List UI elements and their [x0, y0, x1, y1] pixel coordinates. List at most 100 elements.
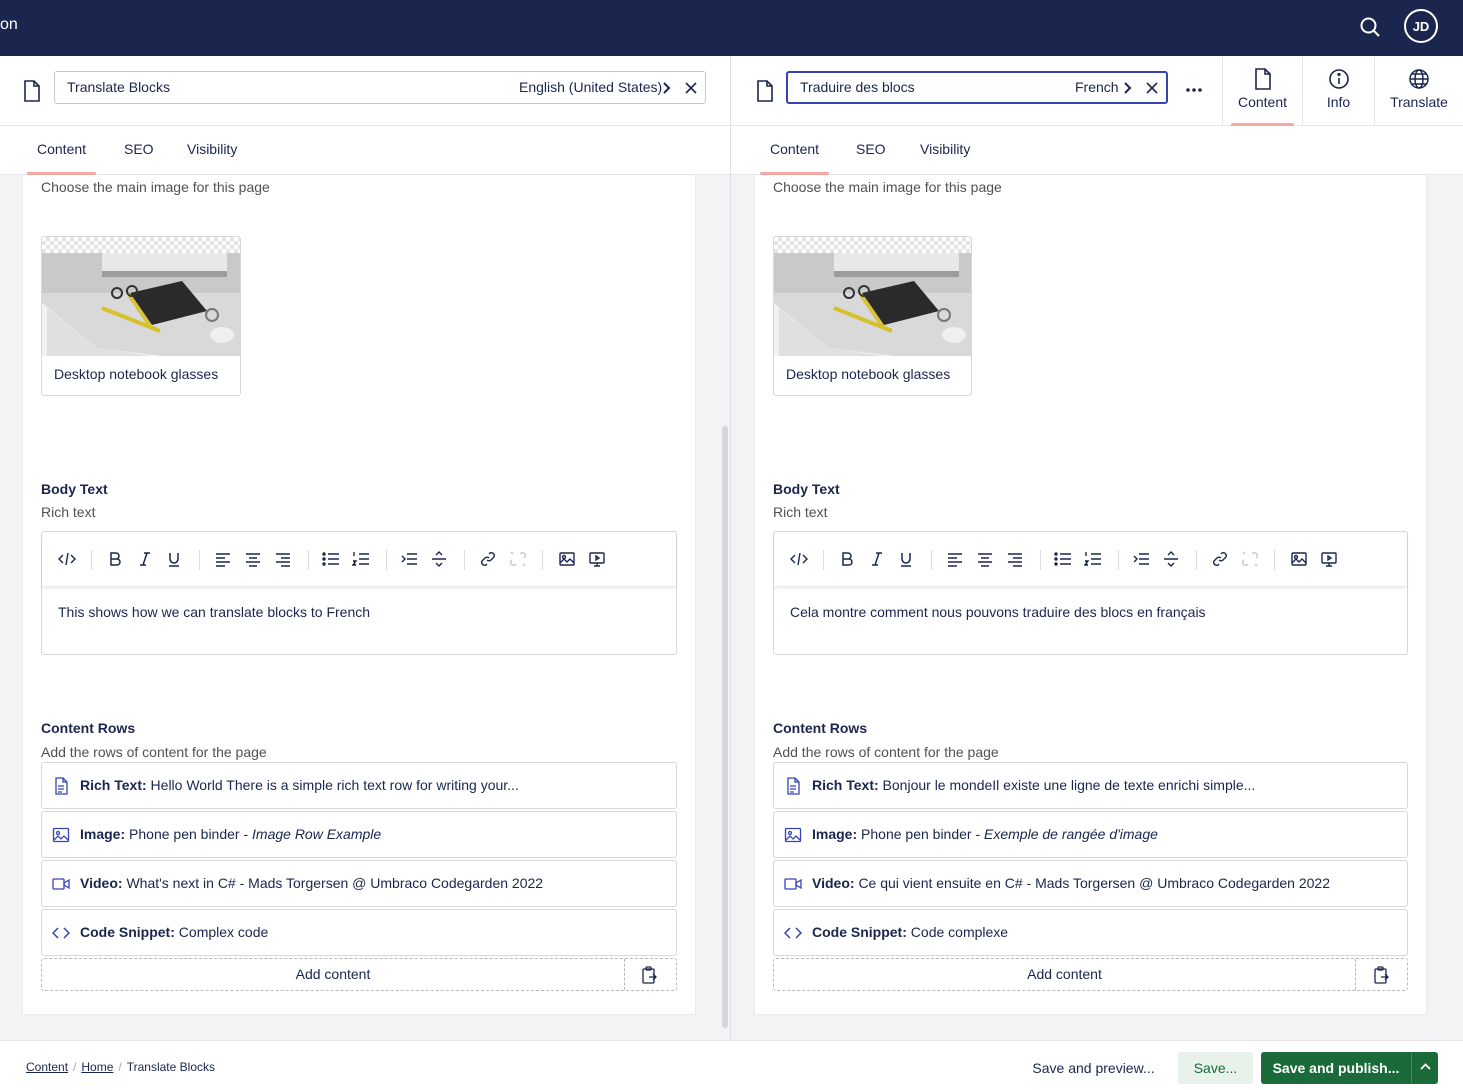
add-content-button[interactable]: Add content — [774, 959, 1356, 990]
align-center-icon[interactable] — [244, 550, 262, 568]
desktop-photo — [774, 253, 971, 356]
tab-seo[interactable]: SEO — [120, 141, 158, 157]
block-label: Code Snippet: Code complexe — [812, 924, 1009, 940]
block-text: Code complexe — [910, 924, 1009, 940]
bullet-list-icon[interactable] — [322, 550, 340, 568]
horizontal-rule-icon[interactable] — [1162, 550, 1180, 568]
save-button[interactable]: Save... — [1178, 1052, 1253, 1084]
search-icon[interactable] — [1358, 15, 1382, 39]
content-rows-label: Content Rows — [41, 720, 136, 736]
save-and-preview-button[interactable]: Save and preview... — [1022, 1052, 1165, 1084]
italic-icon[interactable] — [868, 550, 886, 568]
chevron-right-icon[interactable] — [1123, 81, 1133, 95]
document-name-input[interactable]: Translate Blocks — [67, 79, 170, 95]
tab-visibility[interactable]: Visibility — [183, 141, 241, 157]
align-right-icon[interactable] — [274, 550, 292, 568]
body-text-label: Body Text — [41, 481, 108, 497]
app-tab-translate[interactable]: Translate — [1374, 56, 1463, 126]
insert-media-icon[interactable] — [588, 550, 606, 568]
close-icon[interactable] — [1146, 82, 1158, 94]
media-card[interactable]: Desktop notebook glasses — [773, 236, 972, 396]
italic-icon[interactable] — [136, 550, 154, 568]
image-icon — [784, 827, 802, 843]
video-icon — [784, 878, 802, 890]
rich-text-editor: This shows how we can translate blocks t… — [41, 531, 677, 655]
unlink-icon[interactable] — [1241, 550, 1259, 568]
numbered-list-icon[interactable] — [352, 550, 370, 568]
block-video[interactable]: Video: What's next in C# - Mads Torgerse… — [41, 860, 677, 907]
content-card: Choose the main image for this page Desk… — [754, 175, 1427, 1015]
block-label: Video: Ce qui vient ensuite en C# - Mads… — [812, 875, 1330, 891]
add-content-button[interactable]: Add content — [42, 959, 625, 990]
block-code-snippet[interactable]: Code Snippet: Code complexe — [773, 909, 1408, 956]
insert-media-icon[interactable] — [1320, 550, 1338, 568]
close-icon[interactable] — [685, 82, 697, 94]
source-code-icon[interactable] — [790, 550, 808, 568]
underline-icon[interactable] — [897, 550, 915, 568]
link-icon[interactable] — [479, 550, 497, 568]
chevron-right-icon[interactable] — [662, 81, 672, 95]
add-content-row: Add content — [773, 958, 1408, 991]
underline-icon[interactable] — [165, 550, 183, 568]
unlink-icon[interactable] — [509, 550, 527, 568]
checkerboard — [774, 237, 971, 253]
app-tab-content[interactable]: Content — [1222, 56, 1302, 126]
paste-clipboard-icon[interactable] — [640, 966, 658, 984]
block-label: Code Snippet: Complex code — [80, 924, 269, 940]
save-and-publish-button[interactable]: Save and publish... — [1261, 1052, 1411, 1084]
document-name-field[interactable]: Translate Blocks English (United States) — [54, 71, 706, 104]
app-tab-info[interactable]: Info — [1302, 56, 1374, 126]
block-image[interactable]: Image: Phone pen binder - Image Row Exam… — [41, 811, 677, 858]
document-name-input[interactable]: Traduire des blocs — [800, 79, 915, 95]
content-tabs: Content SEO Visibility — [731, 126, 1463, 175]
source-code-icon[interactable] — [58, 550, 76, 568]
culture-switch[interactable]: French — [1075, 79, 1119, 95]
user-avatar[interactable]: JD — [1404, 9, 1438, 43]
rte-body-text[interactable]: Cela montre comment nous pouvons traduir… — [790, 604, 1206, 620]
block-code-snippet[interactable]: Code Snippet: Complex code — [41, 909, 677, 956]
insert-image-icon[interactable] — [1290, 550, 1308, 568]
paste-clipboard-icon[interactable] — [1372, 966, 1390, 984]
link-icon[interactable] — [1211, 550, 1229, 568]
tab-content[interactable]: Content — [26, 141, 97, 175]
block-text: Bonjour le mondeIl existe une ligne de t… — [882, 777, 1256, 793]
right-pane: Traduire des blocs French Content Info T… — [731, 56, 1463, 1040]
publish-options-button[interactable] — [1411, 1052, 1438, 1084]
document-icon — [757, 80, 773, 102]
block-text: Complex code — [178, 924, 269, 940]
block-image[interactable]: Image: Phone pen binder - Exemple de ran… — [773, 811, 1408, 858]
align-center-icon[interactable] — [976, 550, 994, 568]
bullet-list-icon[interactable] — [1054, 550, 1072, 568]
align-left-icon[interactable] — [946, 550, 964, 568]
block-type: Rich Text — [80, 777, 142, 793]
block-rich-text[interactable]: Rich Text: Bonjour le mondeIl existe une… — [773, 762, 1408, 809]
bold-icon[interactable] — [838, 550, 856, 568]
header-brand[interactable]: on — [0, 16, 18, 34]
indent-icon[interactable] — [1132, 550, 1150, 568]
insert-image-icon[interactable] — [558, 550, 576, 568]
breadcrumb-content[interactable]: Content — [26, 1060, 68, 1074]
document-icon — [24, 80, 40, 102]
media-caption: Desktop notebook glasses — [54, 366, 219, 382]
tab-visibility[interactable]: Visibility — [916, 141, 974, 157]
indent-icon[interactable] — [400, 550, 418, 568]
tab-content[interactable]: Content — [759, 141, 830, 175]
more-actions-icon[interactable] — [1182, 78, 1206, 102]
breadcrumb-home[interactable]: Home — [81, 1060, 113, 1074]
name-row: Traduire des blocs French Content Info T… — [731, 56, 1463, 126]
scrollbar[interactable] — [722, 426, 728, 1028]
numbered-list-icon[interactable] — [1084, 550, 1102, 568]
block-video[interactable]: Video: Ce qui vient ensuite en C# - Mads… — [773, 860, 1408, 907]
horizontal-rule-icon[interactable] — [430, 550, 448, 568]
align-left-icon[interactable] — [214, 550, 232, 568]
media-card[interactable]: Desktop notebook glasses — [41, 236, 241, 396]
tab-seo[interactable]: SEO — [852, 141, 890, 157]
block-label: Rich Text: Bonjour le mondeIl existe une… — [812, 777, 1256, 793]
document-name-field[interactable]: Traduire des blocs French — [786, 71, 1168, 104]
align-right-icon[interactable] — [1006, 550, 1024, 568]
rte-body-text[interactable]: This shows how we can translate blocks t… — [58, 604, 370, 620]
culture-switch[interactable]: English (United States) — [519, 79, 662, 95]
add-content-row: Add content — [41, 958, 677, 991]
bold-icon[interactable] — [106, 550, 124, 568]
block-rich-text[interactable]: Rich Text: Hello World There is a simple… — [41, 762, 677, 809]
